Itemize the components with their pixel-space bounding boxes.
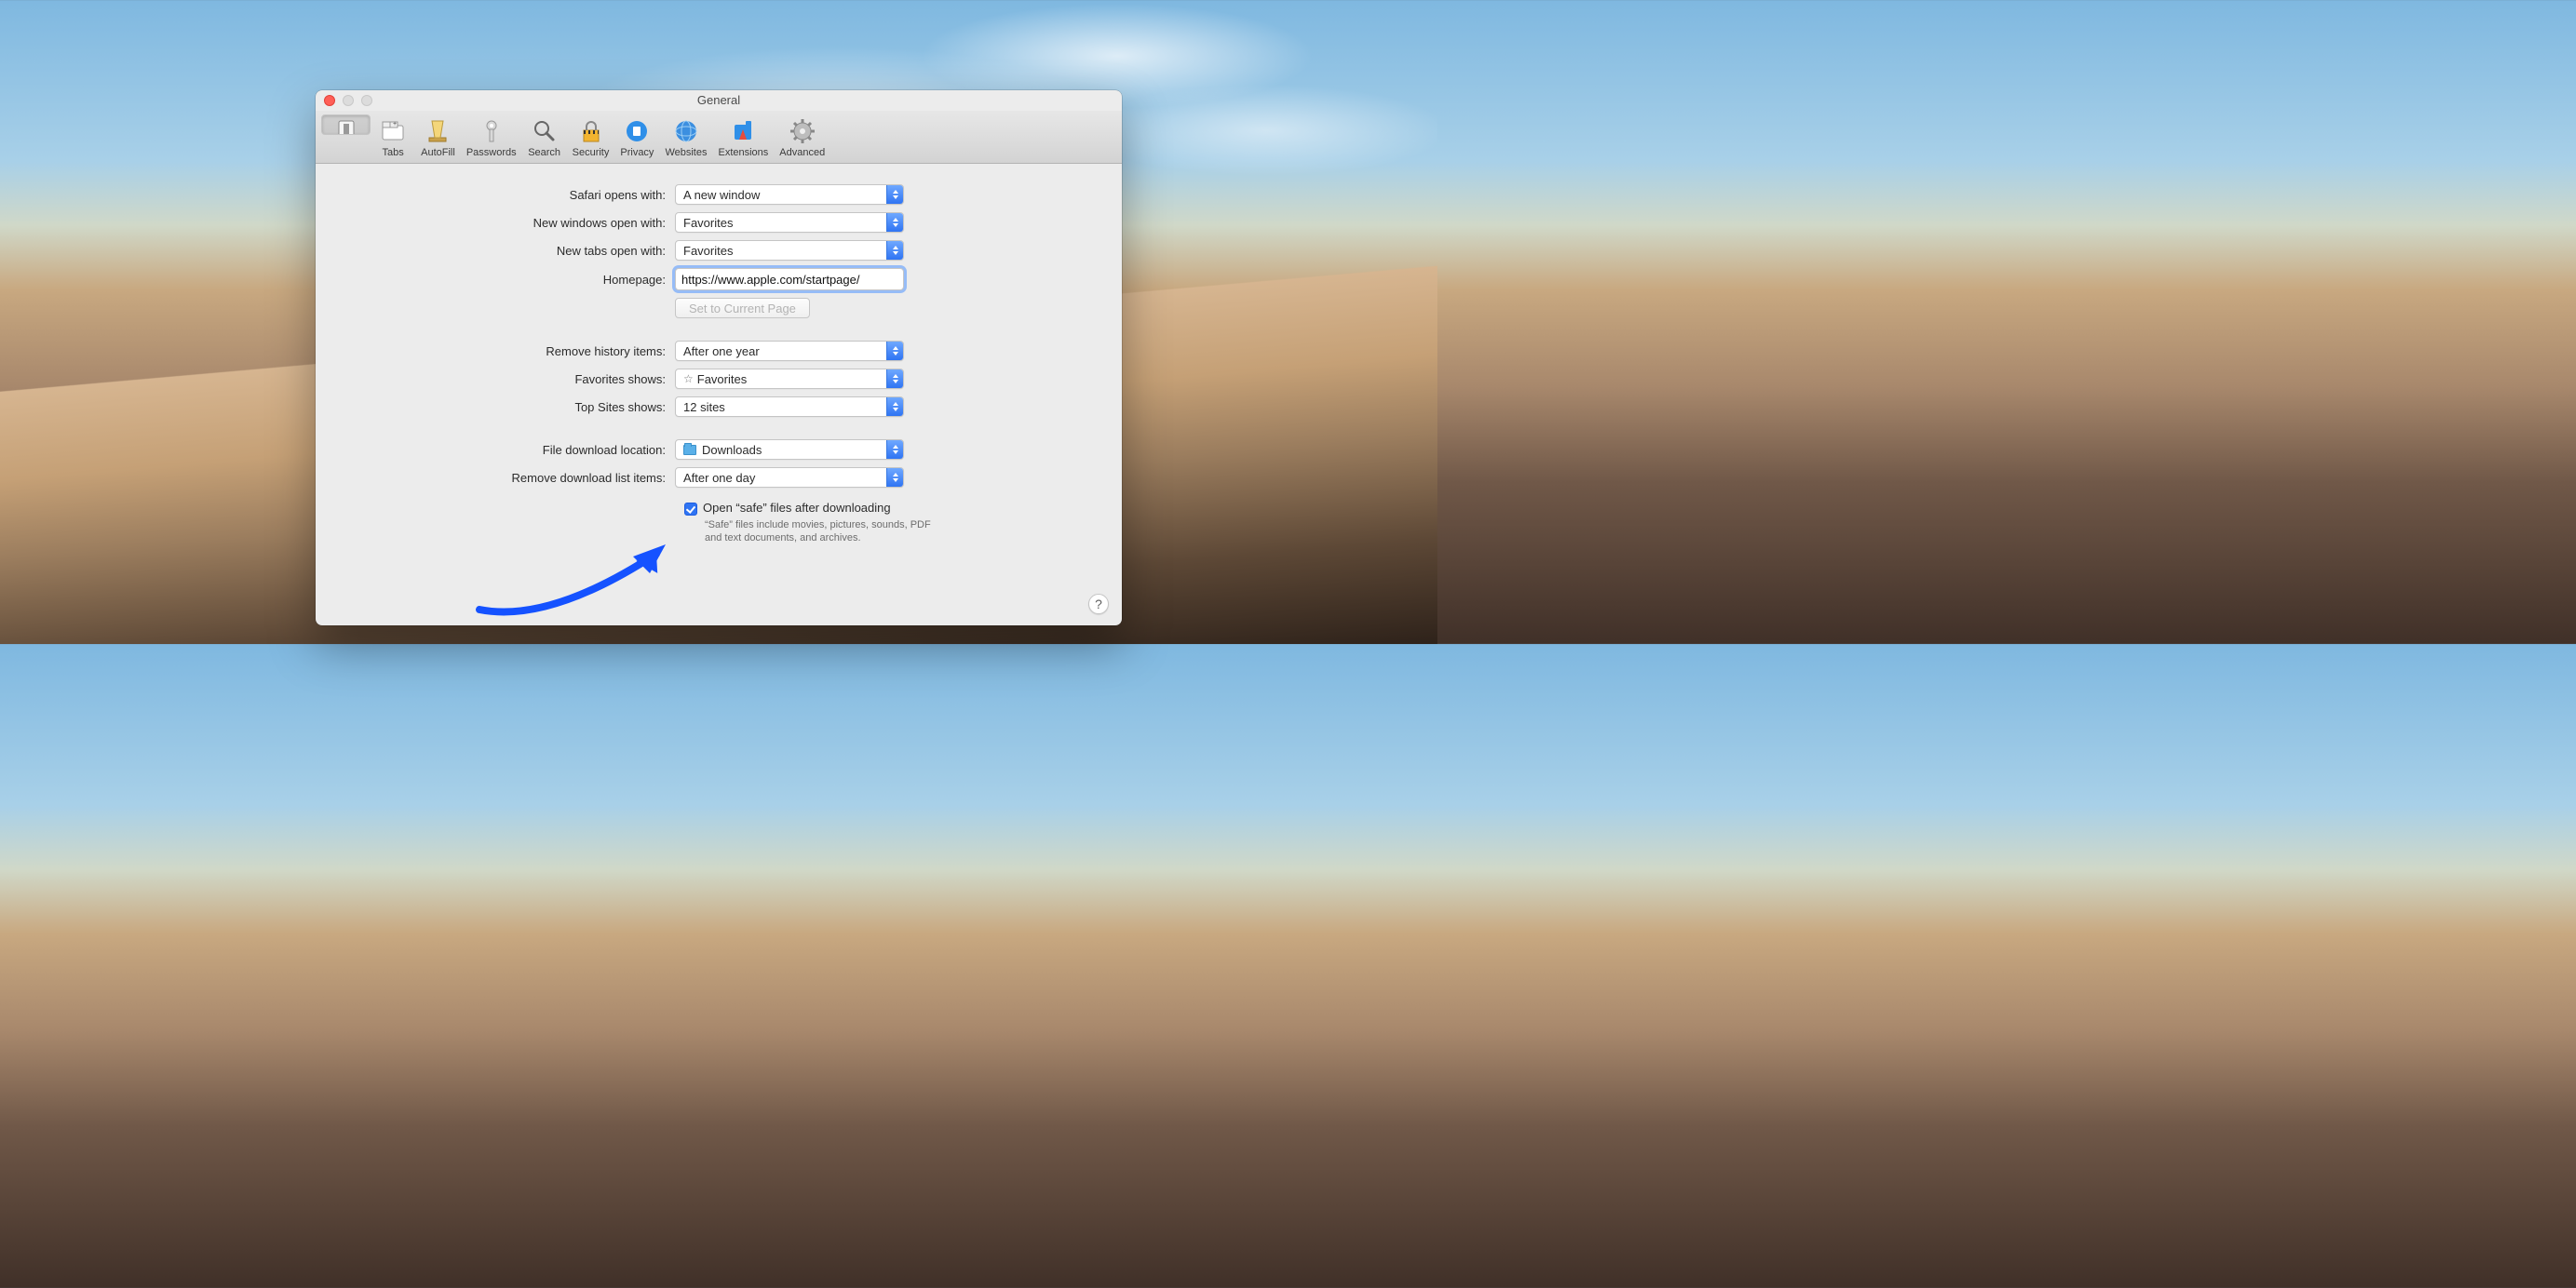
tab-label: Tabs [383, 147, 404, 158]
new-windows-select[interactable]: Favorites [675, 212, 904, 233]
topsites-shows-select[interactable]: 12 sites [675, 396, 904, 417]
set-current-page-button[interactable]: Set to Current Page [675, 298, 810, 318]
search-icon [530, 116, 560, 146]
remove-history-select[interactable]: After one year [675, 341, 904, 361]
open-safe-files-label: Open “safe” files after downloading [703, 501, 891, 515]
safe-files-note: “Safe” files include movies, pictures, s… [705, 518, 943, 544]
remove-downloads-label: Remove download list items: [342, 471, 675, 485]
tab-label: AutoFill [421, 147, 455, 158]
preferences-window: General General + Tabs AutoFill Password… [316, 90, 1122, 625]
tab-label: Security [573, 147, 610, 158]
tab-general[interactable]: General [321, 114, 371, 135]
chevron-updown-icon [886, 440, 903, 459]
chevron-updown-icon [886, 342, 903, 360]
tab-autofill[interactable]: AutoFill [415, 114, 461, 161]
svg-text:+: + [393, 121, 397, 127]
key-icon [477, 116, 506, 146]
star-icon: ☆ [683, 372, 694, 385]
minimize-button [343, 95, 354, 106]
tab-websites[interactable]: Websites [659, 114, 712, 161]
window-titlebar[interactable]: General [316, 90, 1122, 111]
new-windows-label: New windows open with: [342, 216, 675, 230]
favorites-shows-label: Favorites shows: [342, 372, 675, 386]
tab-privacy[interactable]: Privacy [614, 114, 659, 161]
tab-label: Search [528, 147, 560, 158]
general-icon [331, 117, 361, 135]
tab-tabs[interactable]: + Tabs [371, 114, 415, 161]
chevron-updown-icon [886, 241, 903, 260]
homepage-field[interactable]: https://www.apple.com/startpage/ [675, 268, 904, 290]
preferences-content: Safari opens with: A new window New wind… [316, 164, 1122, 554]
chevron-updown-icon [886, 213, 903, 232]
opens-with-label: Safari opens with: [342, 188, 675, 202]
homepage-label: Homepage: [342, 273, 675, 287]
globe-icon [671, 116, 701, 146]
autofill-icon [423, 116, 452, 146]
new-tabs-select[interactable]: Favorites [675, 240, 904, 261]
tab-search[interactable]: Search [522, 114, 567, 161]
lock-icon [576, 116, 606, 146]
tab-extensions[interactable]: Extensions [712, 114, 774, 161]
tab-label: Advanced [779, 147, 825, 158]
tab-label: Privacy [620, 147, 654, 158]
close-button[interactable] [324, 95, 335, 106]
opens-with-select[interactable]: A new window [675, 184, 904, 205]
chevron-updown-icon [886, 397, 903, 416]
zoom-button [361, 95, 372, 106]
tab-passwords[interactable]: Passwords [461, 114, 522, 161]
tab-label: Passwords [466, 147, 517, 158]
download-location-select[interactable]: Downloads [675, 439, 904, 460]
folder-icon [683, 445, 696, 455]
download-location-label: File download location: [342, 443, 675, 457]
tab-security[interactable]: Security [567, 114, 615, 161]
tab-label: Extensions [718, 147, 768, 158]
preferences-toolbar: General + Tabs AutoFill Passwords Search [316, 111, 1122, 164]
gear-icon [788, 116, 817, 146]
chevron-updown-icon [886, 369, 903, 388]
help-button[interactable]: ? [1088, 594, 1109, 614]
tabs-icon: + [378, 116, 408, 146]
open-safe-files-checkbox[interactable] [684, 503, 697, 516]
tab-label: Websites [665, 147, 707, 158]
topsites-shows-label: Top Sites shows: [342, 400, 675, 414]
tab-advanced[interactable]: Advanced [774, 114, 830, 161]
new-tabs-label: New tabs open with: [342, 244, 675, 258]
chevron-updown-icon [886, 185, 903, 204]
window-traffic-lights [324, 95, 372, 106]
remove-history-label: Remove history items: [342, 344, 675, 358]
favorites-shows-select[interactable]: ☆Favorites [675, 369, 904, 389]
privacy-icon [622, 116, 652, 146]
extensions-icon [728, 116, 758, 146]
window-title: General [697, 93, 740, 107]
chevron-updown-icon [886, 468, 903, 487]
remove-downloads-select[interactable]: After one day [675, 467, 904, 488]
